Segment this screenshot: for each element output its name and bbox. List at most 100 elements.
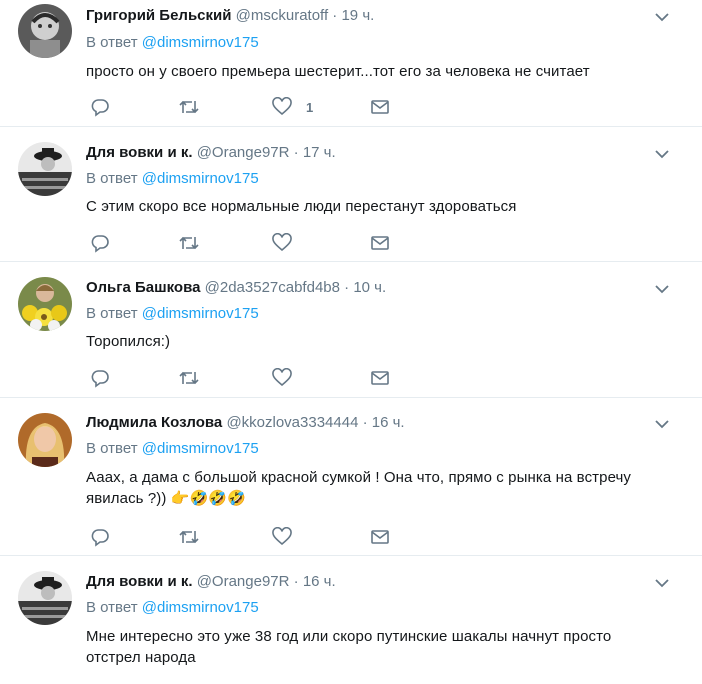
reply-mention-link[interactable]: @dimsmirnov175 [142,170,259,187]
tweet-text: Мне интересно это уже 38 год или скоро п… [86,626,676,668]
direct-message-button[interactable] [370,96,390,118]
tweet-text-line: Мне интересно это уже 38 год или скоро п… [86,628,612,645]
heart-icon [272,233,292,252]
timestamp[interactable]: 10 ч. [353,279,386,296]
tweet-actions [86,232,406,254]
retweet-button[interactable] [178,526,200,548]
timestamp[interactable]: 17 ч. [303,144,336,161]
separator-dot: · [362,414,368,431]
retweet-icon [179,236,199,250]
reply-mention-link[interactable]: @dimsmirnov175 [142,440,259,457]
reply-icon [91,370,109,388]
separator-dot: · [344,279,350,296]
author-handle[interactable]: @2da3527cabfd4b8 [205,279,340,296]
retweet-icon [179,371,199,385]
tweet-header: Людмила Козлова @kkozlova3334444 · 16 ч. [86,413,405,433]
timestamp[interactable]: 16 ч. [372,414,405,431]
tweet-text-line: Торопился:) [86,333,171,350]
author-name[interactable]: Ольга Башкова [86,279,200,296]
reply-button[interactable] [90,367,110,389]
reply-prefix: В ответ [86,440,138,457]
reply-prefix: В ответ [86,599,138,616]
reply-to: В ответ @dimsmirnov175 [86,439,259,459]
timestamp[interactable]: 16 ч. [303,573,336,590]
heart-icon [272,368,292,387]
tweet-text-line: Ааах, а дама с большой красной сумкой ! … [86,469,632,486]
author-handle[interactable]: @Orange97R [197,144,290,161]
chevron-down-icon[interactable] [654,146,670,162]
timestamp[interactable]: 19 ч. [341,7,374,24]
chevron-down-icon[interactable] [654,575,670,591]
reply-icon [91,99,109,117]
tweet-header: Для вовки и к. @Orange97R · 16 ч. [86,572,336,592]
envelope-icon [371,530,389,544]
avatar[interactable] [18,413,72,467]
tweet-actions: 1 [86,96,406,118]
like-button[interactable] [272,367,292,389]
chevron-down-icon[interactable] [654,281,670,297]
reply-button[interactable] [90,96,110,118]
author-handle[interactable]: @msckuratoff [236,7,328,24]
tweet-text: Ааах, а дама с большой красной сумкой ! … [86,467,676,509]
tweet-actions [86,526,406,548]
reply-icon [91,529,109,547]
reply-to: В ответ @dimsmirnov175 [86,598,259,618]
retweet-icon [179,530,199,544]
reply-button[interactable] [90,526,110,548]
like-button[interactable] [272,232,292,254]
tweet-text-line: просто он у своего премьера шестерит...т… [86,63,590,80]
tweet-header: Ольга Башкова @2da3527cabfd4b8 · 10 ч. [86,278,386,298]
heart-icon [272,97,292,116]
direct-message-button[interactable] [370,232,390,254]
reply-mention-link[interactable]: @dimsmirnov175 [142,305,259,322]
heart-icon [272,527,292,546]
tweet-text: просто он у своего премьера шестерит...т… [86,61,676,82]
reply-to: В ответ @dimsmirnov175 [86,33,259,53]
tweet[interactable]: Для вовки и к. @Orange97R · 17 ч. В отве… [0,127,702,262]
direct-message-button[interactable] [370,526,390,548]
reply-mention-link[interactable]: @dimsmirnov175 [142,599,259,616]
avatar[interactable] [18,142,72,196]
retweet-button[interactable] [178,367,200,389]
like-count: 1 [306,99,314,115]
separator-dot: · [293,573,299,590]
like-button[interactable]: 1 [272,96,313,118]
direct-message-button[interactable] [370,367,390,389]
author-name[interactable]: Для вовки и к. [86,144,193,161]
author-name[interactable]: Григорий Бельский [86,7,231,24]
reply-icon [91,235,109,253]
chevron-down-icon[interactable] [654,416,670,432]
separator-dot: · [332,7,338,24]
tweet-text-line-2: явилась ?)) [86,490,167,507]
tweet-text-line: С этим скоро все нормальные люди переста… [86,198,517,215]
tweet-text-line: отстрел народа [86,649,196,666]
envelope-icon [371,100,389,114]
replies-feed: Григорий Бельский @msckuratoff · 19 ч. В… [0,0,702,684]
avatar[interactable] [18,571,72,625]
tweet-text-line: явилась ?)) 👉🤣🤣🤣 [86,488,676,509]
envelope-icon [371,236,389,250]
retweet-icon [179,100,199,114]
author-name[interactable]: Для вовки и к. [86,573,193,590]
reply-mention-link[interactable]: @dimsmirnov175 [142,34,259,51]
avatar[interactable] [18,277,72,331]
retweet-button[interactable] [178,96,200,118]
like-button[interactable] [272,526,292,548]
author-handle[interactable]: @kkozlova3334444 [226,414,358,431]
tweet[interactable]: Ольга Башкова @2da3527cabfd4b8 · 10 ч. В… [0,262,702,398]
tweet[interactable]: Людмила Козлова @kkozlova3334444 · 16 ч.… [0,398,702,556]
reply-button[interactable] [90,232,110,254]
author-name[interactable]: Людмила Козлова [86,414,222,431]
tweet[interactable]: Для вовки и к. @Orange97R · 16 ч. В отве… [0,556,702,684]
tweet-text: С этим скоро все нормальные люди переста… [86,196,676,217]
reply-to: В ответ @dimsmirnov175 [86,169,259,189]
emoji-sequence: 👉🤣🤣🤣 [170,489,246,507]
tweet[interactable]: Григорий Бельский @msckuratoff · 19 ч. В… [0,0,702,127]
chevron-down-icon[interactable] [654,9,670,25]
author-handle[interactable]: @Orange97R [197,573,290,590]
reply-to: В ответ @dimsmirnov175 [86,304,259,324]
avatar[interactable] [18,4,72,58]
separator-dot: · [293,144,299,161]
retweet-button[interactable] [178,232,200,254]
envelope-icon [371,371,389,385]
